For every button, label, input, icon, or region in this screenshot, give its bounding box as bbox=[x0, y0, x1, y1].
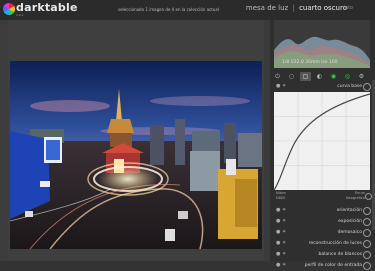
reset-icon[interactable] bbox=[363, 262, 371, 270]
preset-icon[interactable]: ✶ bbox=[282, 251, 286, 257]
center-view bbox=[8, 20, 264, 261]
module-label: balance de blancos bbox=[318, 252, 363, 257]
module-perfil-color-entrada[interactable]: ● ✶ perfil de color de entrada bbox=[270, 262, 375, 271]
view-separator: | bbox=[292, 4, 295, 12]
power-icon[interactable]: ● bbox=[276, 207, 280, 213]
darktable-logo-icon bbox=[3, 3, 15, 15]
view-darkroom-link[interactable]: cuarto oscuro bbox=[299, 4, 347, 12]
tone-icon[interactable]: ◐ bbox=[314, 72, 325, 81]
preset-icon[interactable]: ✶ bbox=[282, 240, 286, 246]
module-reconstruccion-luces[interactable]: ● ✶ reconstrucción de luces bbox=[270, 240, 375, 249]
reset-icon[interactable] bbox=[363, 218, 371, 226]
preset-icon[interactable]: ✶ bbox=[282, 262, 286, 268]
module-power-icon[interactable]: ● bbox=[276, 83, 280, 89]
view-more-link[interactable]: |ato bbox=[343, 5, 353, 11]
square-icon[interactable]: ▢ bbox=[300, 72, 311, 81]
reset-icon[interactable] bbox=[363, 207, 371, 215]
power-icon[interactable]: ● bbox=[276, 229, 280, 235]
circle-icon[interactable]: ○ bbox=[286, 72, 297, 81]
curve-module-header[interactable]: ● ✶ curva base bbox=[270, 83, 375, 91]
curve-plot bbox=[273, 92, 371, 191]
module-demosaico[interactable]: ● ✶ demosaico bbox=[270, 229, 375, 238]
module-label: exposición bbox=[338, 219, 362, 224]
preset-icon[interactable]: ✶ bbox=[282, 229, 286, 235]
module-balance-blancos[interactable]: ● ✶ balance de blancos bbox=[270, 251, 375, 260]
selection-status: seleccionado 1 imagen de 4 en la colecci… bbox=[118, 7, 219, 12]
right-panel: 1/8 f/22.0 30mm iso 100 ⏻ ○ ▢ ◐ ◉ ◎ ⚙ ● … bbox=[270, 20, 375, 270]
module-label: demosaico bbox=[337, 230, 362, 235]
reset-icon[interactable] bbox=[363, 251, 371, 259]
reset-icon[interactable] bbox=[363, 229, 371, 237]
effect-icon[interactable]: ◎ bbox=[342, 72, 353, 81]
power-icon[interactable]: ● bbox=[276, 262, 280, 268]
module-preset-icon[interactable]: ✶ bbox=[282, 83, 286, 89]
module-group-bar: ⏻ ○ ▢ ◐ ◉ ◎ ⚙ bbox=[270, 72, 375, 81]
power-icon[interactable]: ⏻ bbox=[272, 72, 283, 81]
histogram[interactable]: 1/8 f/22.0 30mm iso 100 bbox=[274, 20, 370, 68]
power-icon[interactable]: ● bbox=[276, 251, 280, 257]
view-lighttable-link[interactable]: mesa de luz bbox=[246, 4, 288, 12]
module-reset-icon[interactable] bbox=[363, 83, 371, 91]
edited-photo[interactable] bbox=[10, 61, 262, 249]
module-orientacion[interactable]: ● ✶ orientación bbox=[270, 207, 375, 216]
curve-footer-left: Nikon D800 bbox=[276, 191, 286, 201]
exif-readout: 1/8 f/22.0 30mm iso 100 bbox=[282, 60, 338, 65]
app-version: 1.0.1 bbox=[16, 13, 24, 17]
left-panel-collapsed[interactable] bbox=[0, 20, 8, 261]
settings-icon[interactable]: ⚙ bbox=[356, 72, 367, 81]
preset-icon[interactable]: ✶ bbox=[282, 207, 286, 213]
power-icon[interactable]: ● bbox=[276, 218, 280, 224]
curve-footer-right: Enum fotográfico bbox=[346, 191, 365, 201]
camera-model: D800 bbox=[276, 196, 286, 200]
darktable-window: darktable 1.0.1 seleccionado 1 imagen de… bbox=[0, 0, 375, 270]
preset-icon[interactable]: ✶ bbox=[282, 218, 286, 224]
module-label: perfil de color de entrada bbox=[304, 263, 362, 268]
reset-icon[interactable] bbox=[363, 240, 371, 248]
module-exposicion[interactable]: ● ✶ exposición bbox=[270, 218, 375, 227]
color-icon[interactable]: ◉ bbox=[328, 72, 339, 81]
module-label: reconstrucción de luces bbox=[308, 241, 362, 246]
view-switcher: mesa de luz | cuarto oscuro bbox=[246, 4, 347, 12]
curve-preset-b: fotográfico bbox=[346, 196, 365, 200]
curve-reset-icon[interactable] bbox=[365, 193, 372, 200]
module-label: orientación bbox=[336, 208, 362, 213]
photo-image bbox=[10, 61, 262, 249]
app-name: darktable bbox=[16, 1, 78, 14]
top-header: darktable 1.0.1 seleccionado 1 imagen de… bbox=[0, 0, 375, 20]
power-icon[interactable]: ● bbox=[276, 240, 280, 246]
curve-module-label: curva base bbox=[337, 84, 362, 89]
base-curve-graph[interactable] bbox=[273, 92, 371, 191]
